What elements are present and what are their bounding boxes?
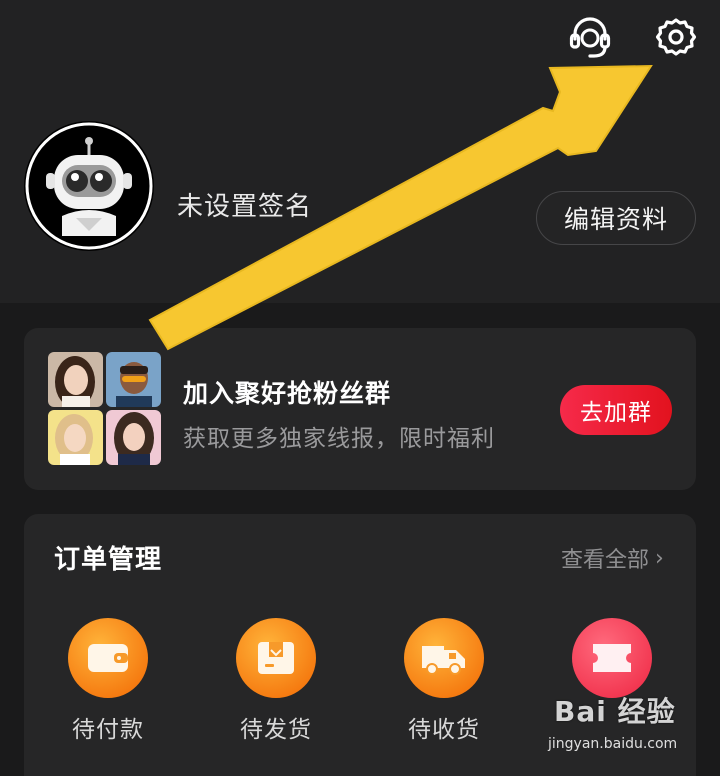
- edit-profile-button[interactable]: 编辑资料: [536, 191, 696, 245]
- package-icon: [236, 618, 316, 698]
- order-pending-payment[interactable]: 待付款: [48, 618, 168, 744]
- truck-icon: [404, 618, 484, 698]
- order-label-pending-payment: 待付款: [72, 717, 144, 743]
- order-management-title: 订单管理: [54, 545, 163, 575]
- robot-avatar-icon: [25, 122, 153, 250]
- order-pending-shipment[interactable]: 待发货: [216, 618, 336, 744]
- fan-group-subtitle: 获取更多独家线报，限时福利: [183, 426, 495, 452]
- chevron-right-icon: ›: [655, 545, 664, 571]
- settings-icon[interactable]: [652, 14, 700, 62]
- fan-group-card[interactable]: 加入聚好抢粉丝群 获取更多独家线报，限时福利 去加群: [24, 328, 696, 490]
- fan-photo-3: [48, 410, 103, 465]
- avatar[interactable]: [24, 121, 154, 251]
- order-label-pending-receipt: 待收货: [408, 717, 480, 743]
- join-group-button[interactable]: 去加群: [560, 385, 672, 435]
- fan-photo-4: [106, 410, 161, 465]
- fan-photo-2: [106, 352, 161, 407]
- order-review[interactable]: [552, 618, 672, 710]
- view-all-label: 查看全部: [561, 548, 650, 573]
- signature-text[interactable]: 未设置签名: [177, 186, 312, 223]
- fan-group-title: 加入聚好抢粉丝群: [183, 379, 392, 408]
- wallet-icon: [68, 618, 148, 698]
- order-pending-receipt[interactable]: 待收货: [384, 618, 504, 744]
- ticket-icon: [572, 618, 652, 698]
- order-management-card: 订单管理 查看全部 › 待付款 待发货 待收货: [24, 514, 696, 776]
- customer-service-icon[interactable]: [566, 14, 614, 62]
- order-label-pending-shipment: 待发货: [240, 717, 312, 743]
- fan-photo-1: [48, 352, 103, 407]
- view-all-orders-link[interactable]: 查看全部 ›: [561, 542, 664, 574]
